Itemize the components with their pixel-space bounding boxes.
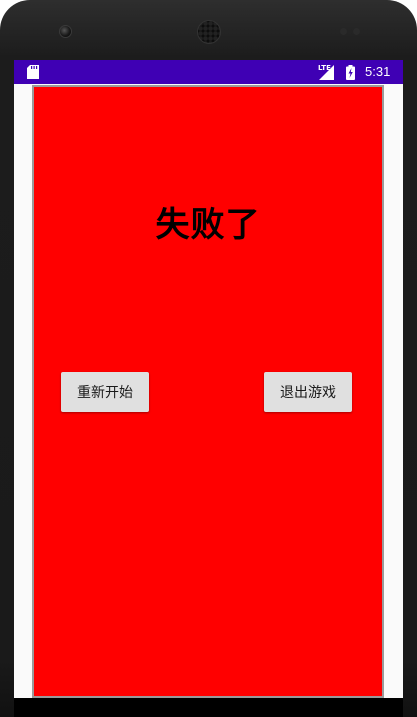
restart-button[interactable]: 重新开始 [61,372,149,412]
front-camera [59,25,72,38]
earpiece-speaker [197,20,221,44]
game-over-title: 失败了 [155,205,261,245]
battery-charging-icon [346,65,355,80]
game-over-panel: 失败了 重新开始 退出游戏 [32,85,384,698]
phone-frame: LTE 5:31 失败了 重新开始 退出游戏 [0,0,417,717]
proximity-sensor [340,28,347,35]
sd-card-icon [27,65,39,79]
light-sensor [353,28,360,35]
navigation-bar [14,700,403,717]
quit-game-button[interactable]: 退出游戏 [264,372,352,412]
status-clock: 5:31 [365,64,391,79]
status-bar: LTE 5:31 [14,60,403,84]
signal-icon [319,65,334,80]
device-screen: LTE 5:31 失败了 重新开始 退出游戏 [14,60,403,700]
